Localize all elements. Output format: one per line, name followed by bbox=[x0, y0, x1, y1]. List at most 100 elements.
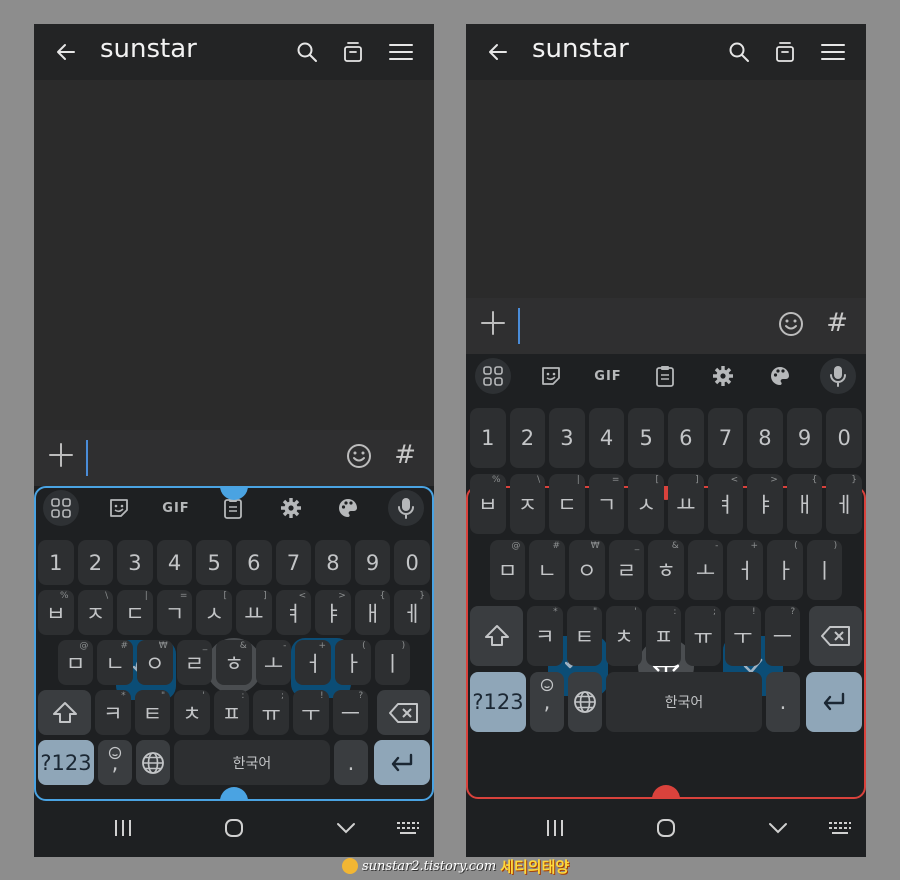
message-input-bar[interactable]: # bbox=[34, 430, 434, 486]
microphone-icon[interactable] bbox=[820, 358, 856, 394]
key-letter[interactable]: :ㅍ bbox=[213, 690, 250, 735]
key-letter[interactable]: # ㄴ bbox=[529, 540, 565, 600]
backspace-key[interactable] bbox=[809, 606, 862, 666]
period-key[interactable]: . bbox=[766, 672, 800, 732]
gear-icon[interactable] bbox=[705, 358, 741, 394]
key-digit[interactable]: 4 bbox=[156, 540, 193, 585]
back-arrow-icon[interactable] bbox=[54, 40, 78, 64]
hashtag-button[interactable]: # bbox=[394, 440, 416, 470]
key-letter[interactable]: @ ㅁ bbox=[489, 540, 526, 600]
key-letter[interactable]: * ㅋ bbox=[527, 606, 563, 666]
hashtag-button[interactable]: # bbox=[826, 308, 848, 338]
recent-apps-icon[interactable] bbox=[544, 817, 566, 839]
resize-handle-bottom[interactable] bbox=[220, 787, 248, 801]
hide-keyboard-icon[interactable] bbox=[335, 817, 357, 839]
key-letter[interactable]: % ㅂ bbox=[470, 474, 506, 534]
key-letter[interactable]: " ㅌ bbox=[134, 690, 171, 735]
key-letter[interactable]: _ ㄹ bbox=[176, 640, 213, 685]
key-letter[interactable]: ' ㅊ bbox=[174, 690, 210, 735]
key-letter[interactable]: :ㅍ bbox=[645, 606, 682, 666]
plus-icon[interactable] bbox=[478, 308, 508, 338]
symbols-key[interactable]: ?123 bbox=[470, 672, 526, 732]
key-digit[interactable]: 5 bbox=[628, 408, 664, 468]
key-letter[interactable]: = ㄱ bbox=[156, 590, 193, 635]
key-digit[interactable]: 1 bbox=[38, 540, 74, 585]
key-digit[interactable]: 0 bbox=[394, 540, 430, 585]
message-input-bar[interactable]: # bbox=[466, 298, 866, 354]
key-letter[interactable]: & ㅎ bbox=[648, 540, 684, 600]
gif-button[interactable]: GIF bbox=[158, 490, 194, 526]
emoji-icon[interactable] bbox=[346, 443, 372, 469]
key-letter[interactable]: } ㅔ bbox=[394, 590, 430, 635]
backspace-key[interactable] bbox=[377, 690, 430, 735]
keyboard-switch-icon[interactable] bbox=[396, 817, 420, 839]
archive-drawer-icon[interactable] bbox=[773, 40, 797, 64]
key-letter[interactable]: ; ㅠ bbox=[253, 690, 289, 735]
key-letter[interactable]: < ㅕ bbox=[275, 590, 312, 635]
key-letter[interactable]: < ㅕ bbox=[707, 474, 744, 534]
key-digit[interactable]: 7 bbox=[707, 408, 744, 468]
menu-icon[interactable] bbox=[388, 40, 414, 64]
key-digit[interactable]: 9 bbox=[354, 540, 391, 585]
key-letter[interactable]: % ㅂ bbox=[38, 590, 74, 635]
key-letter[interactable]: ₩ ㅇ bbox=[137, 640, 173, 685]
key-letter[interactable]: @ ㅁ bbox=[57, 640, 94, 685]
key-letter[interactable]: ' ㅊ bbox=[606, 606, 642, 666]
key-letter[interactable]: -ㅗ bbox=[255, 640, 292, 685]
space-bar[interactable]: 한국어 bbox=[606, 672, 762, 732]
plus-icon[interactable] bbox=[46, 440, 76, 470]
enter-key[interactable] bbox=[806, 672, 862, 732]
palette-icon[interactable] bbox=[762, 358, 798, 394]
key-letter[interactable]: + ㅓ bbox=[727, 540, 763, 600]
key-digit[interactable]: 8 bbox=[747, 408, 783, 468]
key-digit[interactable]: 8 bbox=[315, 540, 351, 585]
key-letter[interactable]: | ㄷ bbox=[549, 474, 585, 534]
key-letter[interactable]: ] ㅛ bbox=[668, 474, 704, 534]
key-letter[interactable]: ) ㅣ bbox=[374, 640, 411, 685]
shift-key[interactable] bbox=[38, 690, 91, 735]
key-letter[interactable]: ? ㅡ bbox=[332, 690, 369, 735]
gif-button[interactable]: GIF bbox=[590, 358, 626, 394]
search-icon[interactable] bbox=[295, 40, 319, 64]
key-letter[interactable]: > ㅑ bbox=[747, 474, 783, 534]
key-letter[interactable]: + ㅓ bbox=[295, 640, 331, 685]
microphone-icon[interactable] bbox=[388, 490, 424, 526]
key-letter[interactable]: ) ㅣ bbox=[806, 540, 843, 600]
key-letter[interactable]: ! ㅜ bbox=[725, 606, 761, 666]
key-letter[interactable]: ! ㅜ bbox=[293, 690, 329, 735]
language-key[interactable] bbox=[568, 672, 602, 732]
key-letter[interactable]: | ㄷ bbox=[117, 590, 153, 635]
key-digit[interactable]: 2 bbox=[509, 408, 546, 468]
hide-keyboard-icon[interactable] bbox=[767, 817, 789, 839]
key-letter[interactable]: [ㅅ bbox=[628, 474, 664, 534]
clipboard-icon[interactable] bbox=[647, 358, 683, 394]
enter-key[interactable] bbox=[374, 740, 430, 785]
emoji-icon[interactable] bbox=[778, 311, 804, 337]
emoji-comma-key[interactable]: , bbox=[530, 672, 564, 732]
key-digit[interactable]: 6 bbox=[236, 540, 272, 585]
key-letter[interactable]: # ㄴ bbox=[97, 640, 133, 685]
key-letter[interactable]: " ㅌ bbox=[566, 606, 603, 666]
key-letter[interactable]: \ ㅈ bbox=[77, 590, 114, 635]
shift-key[interactable] bbox=[470, 606, 523, 666]
key-letter[interactable]: \ ㅈ bbox=[509, 474, 546, 534]
key-letter[interactable]: ] ㅛ bbox=[236, 590, 272, 635]
archive-drawer-icon[interactable] bbox=[341, 40, 365, 64]
search-icon[interactable] bbox=[727, 40, 751, 64]
sticker-icon[interactable] bbox=[101, 490, 137, 526]
key-digit[interactable]: 9 bbox=[786, 408, 823, 468]
gear-icon[interactable] bbox=[273, 490, 309, 526]
palette-icon[interactable] bbox=[330, 490, 366, 526]
key-digit[interactable]: 2 bbox=[77, 540, 114, 585]
key-letter[interactable]: & ㅎ bbox=[216, 640, 252, 685]
keyboard-switch-icon[interactable] bbox=[828, 817, 852, 839]
emoji-comma-key[interactable]: , bbox=[98, 740, 132, 785]
key-letter[interactable]: = ㄱ bbox=[588, 474, 625, 534]
key-letter[interactable]: _ ㄹ bbox=[608, 540, 645, 600]
key-letter[interactable]: [ㅅ bbox=[196, 590, 232, 635]
key-letter[interactable]: ; ㅠ bbox=[685, 606, 721, 666]
period-key[interactable]: . bbox=[334, 740, 368, 785]
recent-apps-icon[interactable] bbox=[112, 817, 134, 839]
key-letter[interactable]: (ㅏ bbox=[335, 640, 371, 685]
apps-grid-icon[interactable] bbox=[475, 358, 511, 394]
